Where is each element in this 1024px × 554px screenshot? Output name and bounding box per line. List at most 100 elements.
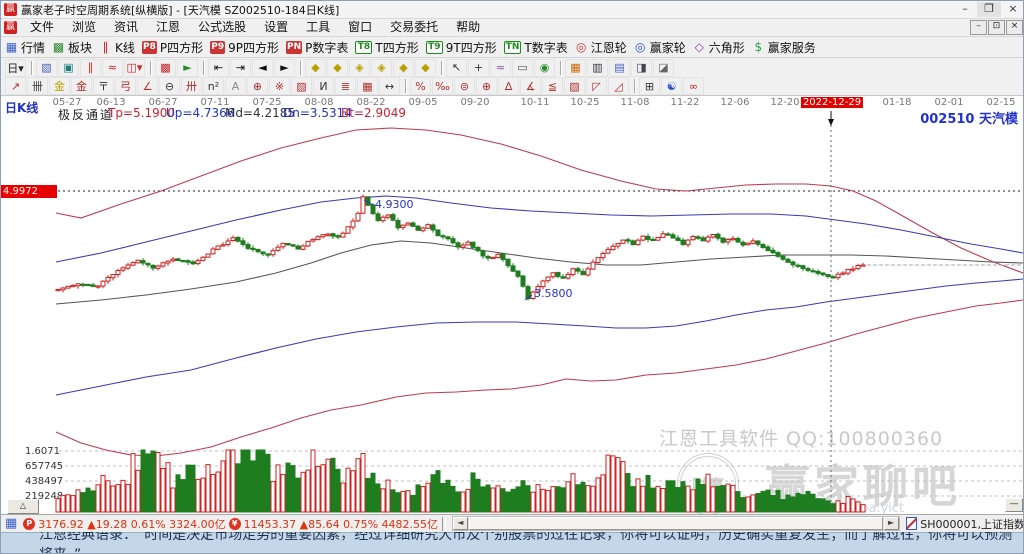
panel-collapse-button[interactable]: △	[7, 499, 39, 514]
toolbar-separator	[31, 61, 32, 75]
tool-icon-0[interactable]: 日▾	[5, 59, 26, 77]
restore-button[interactable]: ❐	[977, 2, 1001, 17]
tool-icon-5[interactable]: ◫▾	[124, 59, 145, 77]
draw-icon-15[interactable]: ≣	[335, 77, 356, 95]
indicator-value-4: Bt=2.9049	[341, 106, 406, 120]
draw-icon-27[interactable]: ◿	[608, 77, 629, 95]
menu-item-4[interactable]: 公式选股	[189, 20, 255, 34]
draw-icon-24[interactable]: ≦	[542, 77, 563, 95]
toolbar-button-1[interactable]: ▩板块	[52, 39, 92, 56]
infinity-tool-icon[interactable]: ∞	[683, 77, 704, 95]
toolbar-button-4[interactable]: P99P四方形	[210, 39, 279, 56]
tool-icon-8[interactable]: ⇤	[208, 59, 229, 77]
draw-icon-9[interactable]: n²	[203, 77, 224, 95]
tool-icon-7[interactable]: ►	[177, 59, 198, 77]
scroll-left-arrow[interactable]: ◄	[453, 517, 468, 530]
menu-item-0[interactable]: 文件	[21, 20, 63, 34]
draw-icon-20[interactable]: ⊜	[454, 77, 475, 95]
toolbar-button-12[interactable]: $赢家服务	[752, 39, 816, 56]
draw-icon-14[interactable]: И	[313, 77, 334, 95]
tool-icon-1[interactable]: ▧	[36, 59, 57, 77]
tool-icon-2[interactable]: ▣	[58, 59, 79, 77]
menu-item-1[interactable]: 浏览	[63, 20, 105, 34]
menu-item-9[interactable]: 帮助	[447, 20, 489, 34]
market-label[interactable]: SH000001,上证指数	[920, 516, 1024, 532]
toolbar-button-5[interactable]: PNP数字表	[286, 39, 348, 56]
tool-icon-24[interactable]: ▥	[587, 59, 608, 77]
draw-icon-6[interactable]: ∠	[137, 77, 158, 95]
scrollbar-thumb[interactable]	[469, 517, 883, 530]
draw-icon-16[interactable]: ▦	[357, 77, 378, 95]
draw-icon-10[interactable]: A	[225, 77, 246, 95]
draw-icon-11[interactable]: ⊕	[247, 77, 268, 95]
yinyang-tool-icon[interactable]: ☯	[661, 77, 682, 95]
panel-minimize-button[interactable]: —	[1005, 498, 1023, 512]
menu-item-3[interactable]: 江恩	[147, 20, 189, 34]
draw-icon-13[interactable]: ▨	[291, 77, 312, 95]
tool-icon-19[interactable]: +	[468, 59, 489, 77]
toolbar-button-11[interactable]: ◇六角形	[693, 39, 745, 56]
mdi-minimize-button[interactable]: –	[970, 20, 987, 35]
tool-icon-4[interactable]: ≈	[102, 59, 123, 77]
tool-icon-25[interactable]: ▤	[609, 59, 630, 77]
draw-icon-4[interactable]: 〒	[93, 77, 114, 95]
toolbar-button-6[interactable]: T8T四方形	[355, 39, 418, 56]
draw-icon-2[interactable]: 金	[49, 77, 70, 95]
toolbar-button-7[interactable]: T99T四方形	[426, 39, 497, 56]
menu-item-8[interactable]: 交易委托	[381, 20, 447, 34]
tool-icon-22[interactable]: ◉	[534, 59, 555, 77]
tool-icon-10[interactable]: ◄	[252, 59, 273, 77]
toolbar-button-icon-0: ▦	[5, 41, 18, 54]
draw-icon-8[interactable]: 卅	[181, 77, 202, 95]
horizontal-scrollbar[interactable]: ◄ ►	[452, 516, 900, 531]
scroll-right-arrow[interactable]: ►	[884, 517, 899, 530]
tool-icon-20[interactable]: ≈	[490, 59, 511, 77]
draw-icon-19[interactable]: ‰	[432, 77, 453, 95]
draw-icon-3[interactable]: 金	[71, 77, 92, 95]
chart-canvas[interactable]: 1.60716577454384972192484.93003.5800	[1, 96, 1024, 518]
tool-icon-16[interactable]: ◆	[393, 59, 414, 77]
tool-icon-12[interactable]: ◆	[305, 59, 326, 77]
tool-icon-15[interactable]: ◈	[371, 59, 392, 77]
draw-icon-22[interactable]: ∆	[498, 77, 519, 95]
tool-icon-17[interactable]: ◆	[415, 59, 436, 77]
mdi-restore-button[interactable]: ⊡	[988, 20, 1005, 35]
tool-icon-23[interactable]: ▦	[565, 59, 586, 77]
tool-icon-26[interactable]: ◨	[631, 59, 652, 77]
tool-icon-9[interactable]: ⇥	[230, 59, 251, 77]
toolbar-button-10[interactable]: ◎赢家轮	[634, 39, 686, 56]
menu-item-7[interactable]: 窗口	[339, 20, 381, 34]
mdi-close-button[interactable]: ×	[1006, 20, 1023, 35]
menu-item-2[interactable]: 资讯	[105, 20, 147, 34]
draw-icon-17[interactable]: ↔	[379, 77, 400, 95]
grid-tool-icon[interactable]: ⊞	[639, 77, 660, 95]
toolbar-button-0[interactable]: ▦行情	[5, 39, 45, 56]
close-button[interactable]: ×	[1001, 2, 1024, 17]
draw-icon-21[interactable]: ⊕	[476, 77, 497, 95]
tool-icon-21[interactable]: ▭	[512, 59, 533, 77]
tool-icon-6[interactable]: ▩	[155, 59, 176, 77]
draw-icon-26[interactable]: ◸	[586, 77, 607, 95]
tool-icon-3[interactable]: ∥	[80, 59, 101, 77]
draw-icon-12[interactable]: ※	[269, 77, 290, 95]
draw-icon-23[interactable]: ∡	[520, 77, 541, 95]
toolbar-button-2[interactable]: ∥K线	[99, 39, 135, 56]
draw-icon-18[interactable]: %	[410, 77, 431, 95]
menu-item-6[interactable]: 工具	[297, 20, 339, 34]
menu-item-5[interactable]: 设置	[255, 20, 297, 34]
draw-icon-1[interactable]: 卌	[27, 77, 48, 95]
tool-icon-13[interactable]: ◆	[327, 59, 348, 77]
draw-icon-7[interactable]: ⊖	[159, 77, 180, 95]
tool-icon-27[interactable]: ◪	[653, 59, 674, 77]
quote-grid-icon[interactable]: ▦	[5, 516, 17, 531]
minimize-button[interactable]: –	[953, 2, 977, 17]
toolbar-button-3[interactable]: P8P四方形	[142, 39, 203, 56]
draw-icon-5[interactable]: 弓	[115, 77, 136, 95]
draw-icon-25[interactable]: ▨	[564, 77, 585, 95]
toolbar-button-8[interactable]: TNT数字表	[504, 39, 568, 56]
tool-icon-18[interactable]: ↖	[446, 59, 467, 77]
tool-icon-14[interactable]: ◈	[349, 59, 370, 77]
toolbar-button-9[interactable]: ◎江恩轮	[575, 39, 627, 56]
tool-icon-11[interactable]: ►	[274, 59, 295, 77]
draw-icon-0[interactable]: ↗	[5, 77, 26, 95]
